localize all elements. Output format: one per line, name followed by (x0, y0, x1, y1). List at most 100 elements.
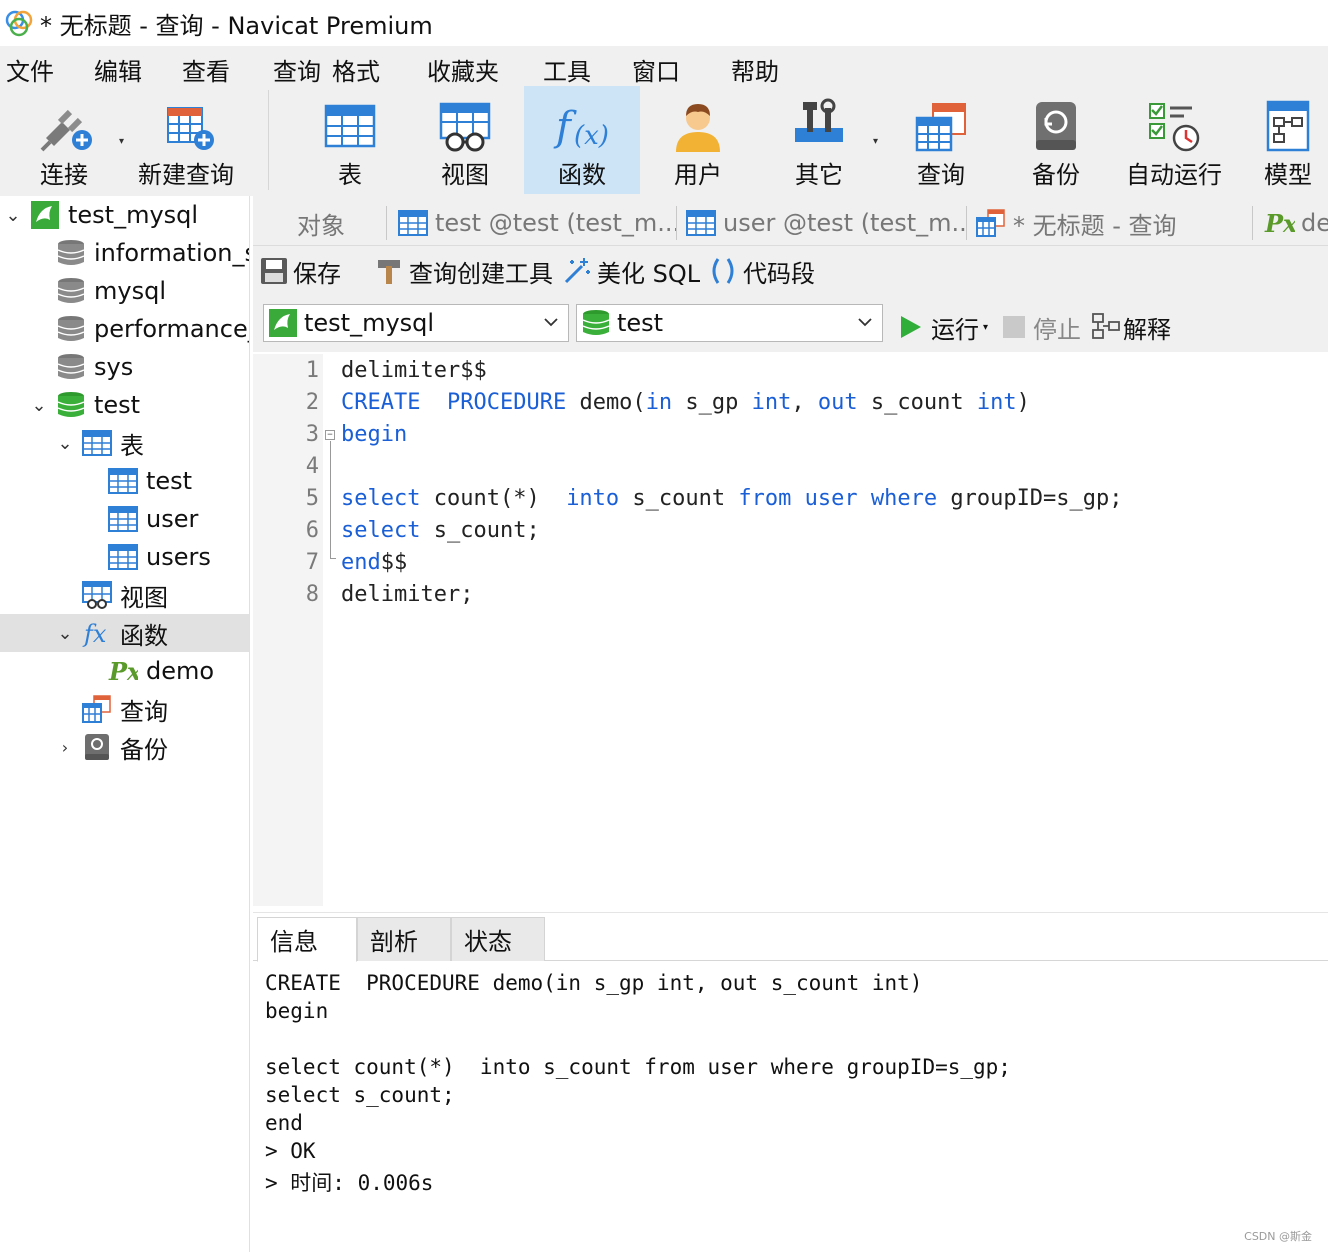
line-number: 2 (305, 390, 319, 415)
chevron-down-icon[interactable]: ⌄ (4, 205, 22, 226)
chevron-down-icon (858, 318, 872, 327)
tab-label: test @test (test_m... (435, 209, 677, 237)
menu-tools[interactable]: 工具 (543, 52, 591, 87)
query-label: 查询 (917, 161, 965, 189)
connect-button[interactable]: 连接 (22, 86, 106, 194)
table-icon (324, 104, 376, 148)
menu-file[interactable]: 文件 (6, 52, 54, 87)
tree-database-information-schema[interactable]: information_s (0, 234, 249, 272)
code-line-2: CREATE PROCEDURE demo(in s_gp int, out s… (341, 390, 1030, 415)
backup-icon (1036, 102, 1076, 150)
code-line-5: select count(*) into s_count from user w… (341, 486, 1123, 511)
model-button[interactable]: 模型 (1248, 86, 1328, 194)
tab-table-user[interactable]: user @test (test_m... (683, 200, 967, 246)
tree-procedure-demo[interactable]: Px demo (0, 652, 249, 690)
code-snippet-button[interactable]: 代码段 (707, 254, 815, 288)
function-button[interactable]: f (x) 函数 (524, 86, 640, 194)
schedule-button[interactable]: 自动运行 (1120, 86, 1228, 194)
result-tabs: 信息 剖析 状态 (253, 913, 1328, 962)
menu-query[interactable]: 查询 (273, 52, 321, 87)
database-icon (57, 240, 85, 265)
run-button[interactable]: 运行 ▾ (897, 310, 988, 344)
tab-table-test[interactable]: test @test (test_m... (393, 200, 677, 246)
query-toolbar: 保存 查询创建工具 美化 SQL 代码段 (253, 246, 1328, 296)
view-icon (82, 581, 112, 609)
navicat-logo-icon (5, 10, 33, 37)
table-icon (82, 430, 112, 456)
query-button[interactable]: 查询 (897, 86, 985, 194)
svg-text:Px: Px (1264, 209, 1295, 238)
menu-view[interactable]: 查看 (182, 52, 230, 87)
code-line-8: delimiter; (341, 582, 474, 607)
tree-table-users[interactable]: users (0, 538, 249, 576)
tab-profile[interactable]: 剖析 (357, 917, 451, 961)
tree-group-queries[interactable]: 查询 (0, 690, 249, 728)
connection-select[interactable]: test_mysql (263, 304, 569, 342)
tree-database-performance-schema[interactable]: performance_ (0, 310, 249, 348)
menu-window[interactable]: 窗口 (632, 52, 680, 87)
tab-label: 对象 (297, 211, 345, 240)
chevron-down-icon[interactable]: ⌄ (30, 395, 48, 416)
tree-table-user[interactable]: user (0, 500, 249, 538)
backup-button[interactable]: 备份 (1012, 86, 1100, 194)
tab-info[interactable]: 信息 (257, 917, 357, 962)
tree-connection-test-mysql[interactable]: ⌄ test_mysql (0, 196, 249, 234)
tree-database-mysql[interactable]: mysql (0, 272, 249, 310)
tab-divider (1252, 206, 1253, 240)
explain-button[interactable]: 解释 (1091, 310, 1171, 344)
tree-group-views[interactable]: 视图 (0, 576, 249, 614)
sql-editor[interactable]: 1 2 3 4 5 6 7 8 − delimiter$$ CREATE PRO… (253, 354, 1328, 906)
code-snippet-label: 代码段 (743, 259, 815, 288)
svg-text:Px: Px (108, 657, 138, 686)
database-open-icon (57, 392, 85, 417)
message-line: end (265, 1111, 303, 1135)
tab-objects[interactable]: 对象 (253, 200, 387, 246)
tree-group-label: 备份 (120, 735, 168, 764)
table-button[interactable]: 表 (306, 86, 394, 194)
query-builder-button[interactable]: 查询创建工具 (373, 254, 553, 288)
user-icon (676, 104, 720, 152)
tab-label: user @test (test_m... (723, 209, 967, 237)
tree-group-tables[interactable]: ⌄ 表 (0, 424, 249, 462)
magic-wand-icon (564, 258, 590, 284)
other-dropdown-icon[interactable]: ▾ (873, 136, 878, 147)
view-button[interactable]: 视图 (421, 86, 509, 194)
save-label: 保存 (293, 259, 341, 288)
tree-database-label: test (94, 391, 141, 419)
tree-database-test[interactable]: ⌄ test (0, 386, 249, 424)
connect-dropdown-icon[interactable]: ▾ (119, 136, 124, 147)
tab-label: * 无标题 - 查询 (1013, 211, 1177, 240)
tree-table-test[interactable]: test (0, 462, 249, 500)
save-button[interactable]: 保存 (259, 254, 341, 288)
tree-database-sys[interactable]: sys (0, 348, 249, 386)
stop-button[interactable]: 停止 (1001, 310, 1081, 344)
chevron-down-icon[interactable]: ⌄ (56, 623, 74, 644)
other-label: 其它 (795, 161, 843, 189)
menu-format[interactable]: 格式 (332, 52, 380, 87)
watermark: CSDN @斯金 (1244, 1230, 1312, 1243)
menu-bar: 文件 编辑 查看 查询 格式 收藏夹 工具 窗口 帮助 (0, 46, 1328, 86)
tree-group-functions[interactable]: ⌄ fx 函数 (0, 614, 249, 652)
beautify-sql-button[interactable]: 美化 SQL (561, 254, 700, 288)
toolbar-divider (268, 90, 269, 190)
tree-group-backups[interactable]: › 备份 (0, 728, 249, 766)
run-dropdown-icon[interactable]: ▾ (983, 322, 988, 333)
tab-status[interactable]: 状态 (451, 917, 545, 961)
hammer-icon (378, 260, 400, 284)
tab-untitled-query[interactable]: * 无标题 - 查询 (973, 200, 1253, 246)
new-query-button[interactable]: 新建查询 (134, 86, 238, 194)
tab-procedure-demo[interactable]: Px de (1259, 200, 1328, 246)
line-number: 7 (305, 550, 319, 575)
menu-edit[interactable]: 编辑 (94, 52, 142, 87)
menu-help[interactable]: 帮助 (731, 52, 779, 87)
backup-label: 备份 (1032, 161, 1080, 189)
fold-marker-icon[interactable]: − (325, 430, 335, 440)
tree-database-label: sys (94, 353, 134, 381)
chevron-down-icon[interactable]: ⌄ (56, 433, 74, 454)
chevron-right-icon[interactable]: › (56, 738, 74, 757)
user-button[interactable]: 用户 (654, 86, 742, 194)
database-select[interactable]: test (576, 304, 883, 342)
other-button[interactable]: 其它 (775, 86, 863, 194)
menu-favorites[interactable]: 收藏夹 (427, 52, 499, 87)
svg-text:(x): (x) (574, 121, 609, 151)
